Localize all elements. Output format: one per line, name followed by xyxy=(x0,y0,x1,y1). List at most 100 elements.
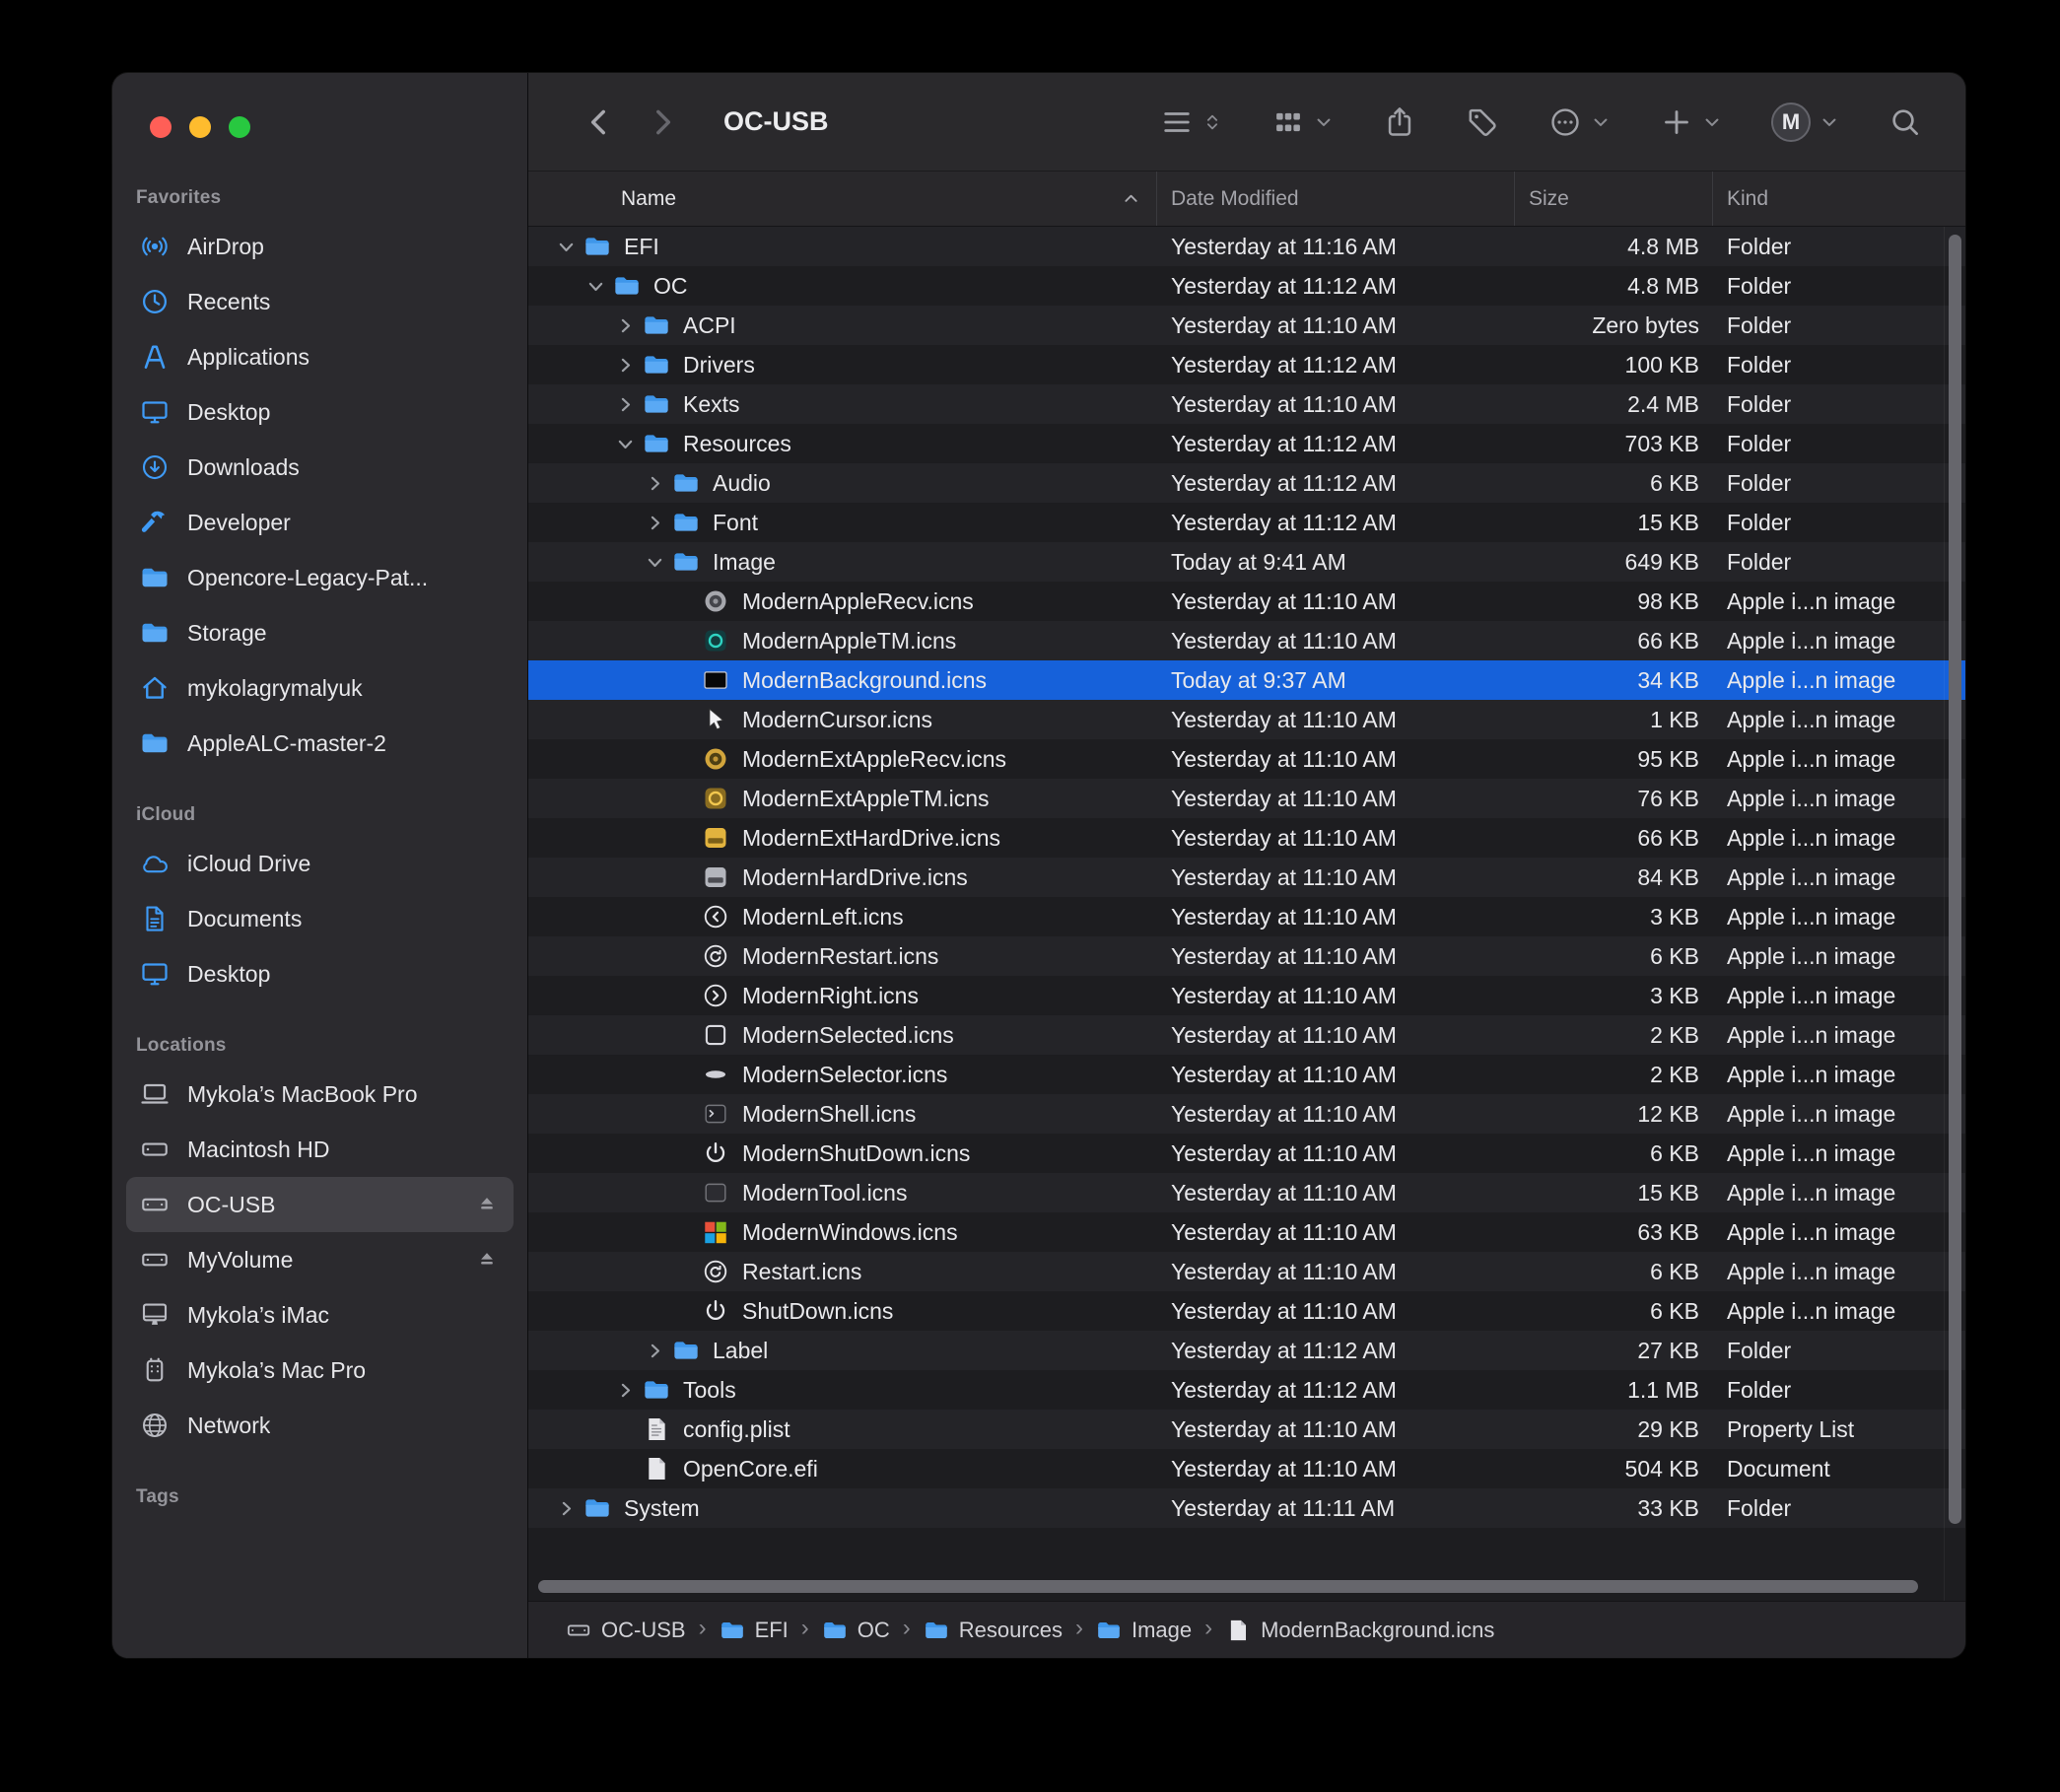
disclosure-collapsed-icon[interactable] xyxy=(640,468,669,498)
disclosure-collapsed-icon[interactable] xyxy=(610,310,640,340)
vertical-scrollbar-thumb[interactable] xyxy=(1949,235,1961,1524)
sidebar-item-label: Mykola’s Mac Pro xyxy=(187,1357,366,1384)
file-row-image[interactable]: ImageToday at 9:41 AM649 KBFolder xyxy=(528,542,1965,582)
file-row-efi[interactable]: EFIYesterday at 11:16 AM4.8 MBFolder xyxy=(528,227,1965,266)
minimize-button[interactable] xyxy=(189,116,211,138)
view-switcher-button[interactable] xyxy=(1160,105,1222,139)
folder-icon xyxy=(720,1618,745,1643)
file-name: ModernSelected.icns xyxy=(742,1022,954,1049)
eject-icon[interactable] xyxy=(474,1192,500,1217)
file-row-modernrestart-icns[interactable]: ModernRestart.icnsYesterday at 11:10 AM6… xyxy=(528,936,1965,976)
file-row-modernharddrive-icns[interactable]: ModernHardDrive.icnsYesterday at 11:10 A… xyxy=(528,858,1965,897)
disclosure-expanded-icon[interactable] xyxy=(610,429,640,458)
sidebar-item-applications[interactable]: Applications xyxy=(126,329,514,384)
sidebar-item-documents[interactable]: Documents xyxy=(126,891,514,946)
file-row-moderntool-icns[interactable]: ModernTool.icnsYesterday at 11:10 AM15 K… xyxy=(528,1173,1965,1212)
sidebar-item-recents[interactable]: Recents xyxy=(126,274,514,329)
path-item-efi[interactable]: EFI xyxy=(720,1618,789,1643)
sidebar-item-storage[interactable]: Storage xyxy=(126,605,514,660)
disclosure-expanded-icon[interactable] xyxy=(551,232,581,261)
file-row-moderncursor-icns[interactable]: ModernCursor.icnsYesterday at 11:10 AM1 … xyxy=(528,700,1965,739)
file-row-modernwindows-icns[interactable]: ModernWindows.icnsYesterday at 11:10 AM6… xyxy=(528,1212,1965,1252)
sidebar-item-airdrop[interactable]: AirDrop xyxy=(126,219,514,274)
file-row-system[interactable]: SystemYesterday at 11:11 AM33 KBFolder xyxy=(528,1488,1965,1528)
file-row-modernapplerecv-icns[interactable]: ModernAppleRecv.icnsYesterday at 11:10 A… xyxy=(528,582,1965,621)
icns-tool-icon xyxy=(699,1176,732,1209)
file-row-drivers[interactable]: DriversYesterday at 11:12 AM100 KBFolder xyxy=(528,345,1965,384)
sidebar-item-applealc-master-2[interactable]: AppleALC-master-2 xyxy=(126,716,514,771)
account-button[interactable]: M xyxy=(1771,103,1839,142)
sidebar-item-mykola-s-macbook-pro[interactable]: Mykola’s MacBook Pro xyxy=(126,1067,514,1122)
fullscreen-button[interactable] xyxy=(229,116,250,138)
disclosure-expanded-icon[interactable] xyxy=(640,547,669,577)
file-row-audio[interactable]: AudioYesterday at 11:12 AM6 KBFolder xyxy=(528,463,1965,503)
file-row-modernextapplerecv-icns[interactable]: ModernExtAppleRecv.icnsYesterday at 11:1… xyxy=(528,739,1965,779)
eject-icon[interactable] xyxy=(474,1247,500,1273)
column-header-date-modified[interactable]: Date Modified xyxy=(1157,172,1515,226)
file-row-modernright-icns[interactable]: ModernRight.icnsYesterday at 11:10 AM3 K… xyxy=(528,976,1965,1015)
path-item-image[interactable]: Image xyxy=(1096,1618,1192,1643)
disclosure-collapsed-icon[interactable] xyxy=(640,1336,669,1365)
sidebar-item-downloads[interactable]: Downloads xyxy=(126,440,514,495)
sidebar-item-opencore-legacy-pat[interactable]: Opencore-Legacy-Pat... xyxy=(126,550,514,605)
back-button[interactable] xyxy=(580,100,619,145)
vertical-scrollbar[interactable] xyxy=(1944,227,1965,1601)
file-row-modernextappletm-icns[interactable]: ModernExtAppleTM.icnsYesterday at 11:10 … xyxy=(528,779,1965,818)
disclosure-expanded-icon[interactable] xyxy=(581,271,610,301)
path-item-oc-usb[interactable]: OC-USB xyxy=(566,1618,686,1643)
file-row-modernshutdown-icns[interactable]: ModernShutDown.icnsYesterday at 11:10 AM… xyxy=(528,1134,1965,1173)
disclosure-collapsed-icon[interactable] xyxy=(610,350,640,379)
group-by-button[interactable] xyxy=(1271,105,1334,139)
folder-icon xyxy=(138,561,172,594)
path-item-modernbackground-icns[interactable]: ModernBackground.icns xyxy=(1225,1618,1494,1643)
close-button[interactable] xyxy=(150,116,172,138)
sidebar-item-developer[interactable]: Developer xyxy=(126,495,514,550)
horizontal-scrollbar-thumb[interactable] xyxy=(538,1580,1918,1593)
disclosure-collapsed-icon[interactable] xyxy=(551,1493,581,1523)
path-item-resources[interactable]: Resources xyxy=(924,1618,1063,1643)
file-row-modernselected-icns[interactable]: ModernSelected.icnsYesterday at 11:10 AM… xyxy=(528,1015,1965,1055)
tags-button[interactable] xyxy=(1466,105,1499,139)
file-row-opencore-efi[interactable]: OpenCore.efiYesterday at 11:10 AM504 KBD… xyxy=(528,1449,1965,1488)
file-row-modernshell-icns[interactable]: ModernShell.icnsYesterday at 11:10 AM12 … xyxy=(528,1094,1965,1134)
sidebar-item-mykolagrymalyuk[interactable]: mykolagrymalyuk xyxy=(126,660,514,716)
file-row-acpi[interactable]: ACPIYesterday at 11:10 AMZero bytesFolde… xyxy=(528,306,1965,345)
sidebar-section-locations: LocationsMykola’s MacBook ProMacintosh H… xyxy=(126,1035,514,1453)
disclosure-collapsed-icon[interactable] xyxy=(640,508,669,537)
search-button[interactable] xyxy=(1888,105,1922,139)
more-actions-button[interactable] xyxy=(1548,105,1611,139)
new-item-button[interactable] xyxy=(1660,105,1722,139)
column-header-name[interactable]: Name xyxy=(528,172,1157,226)
sidebar-item-icloud-drive[interactable]: iCloud Drive xyxy=(126,836,514,891)
column-header-size[interactable]: Size xyxy=(1515,172,1713,226)
file-row-modernselector-icns[interactable]: ModernSelector.icnsYesterday at 11:10 AM… xyxy=(528,1055,1965,1094)
disclosure-collapsed-icon[interactable] xyxy=(610,389,640,419)
file-row-oc[interactable]: OCYesterday at 11:12 AM4.8 MBFolder xyxy=(528,266,1965,306)
sidebar-item-desktop[interactable]: Desktop xyxy=(126,384,514,440)
file-row-restart-icns[interactable]: Restart.icnsYesterday at 11:10 AM6 KBApp… xyxy=(528,1252,1965,1291)
sidebar-item-desktop[interactable]: Desktop xyxy=(126,946,514,1001)
file-row-kexts[interactable]: KextsYesterday at 11:10 AM2.4 MBFolder xyxy=(528,384,1965,424)
sidebar-item-network[interactable]: Network xyxy=(126,1398,514,1453)
file-row-tools[interactable]: ToolsYesterday at 11:12 AM1.1 MBFolder xyxy=(528,1370,1965,1410)
sidebar-item-mykola-s-imac[interactable]: Mykola’s iMac xyxy=(126,1287,514,1343)
sidebar-item-macintosh-hd[interactable]: Macintosh HD xyxy=(126,1122,514,1177)
file-row-config-plist[interactable]: config.plistYesterday at 11:10 AM29 KBPr… xyxy=(528,1410,1965,1449)
disclosure-collapsed-icon[interactable] xyxy=(610,1375,640,1405)
file-row-shutdown-icns[interactable]: ShutDown.icnsYesterday at 11:10 AM6 KBAp… xyxy=(528,1291,1965,1331)
sidebar-item-mykola-s-mac-pro[interactable]: Mykola’s Mac Pro xyxy=(126,1343,514,1398)
column-header-kind[interactable]: Kind xyxy=(1713,172,1965,226)
file-row-modernbackground-icns[interactable]: ModernBackground.icnsToday at 9:37 AM34 … xyxy=(528,660,1965,700)
horizontal-scrollbar[interactable] xyxy=(538,1580,1932,1593)
file-row-resources[interactable]: ResourcesYesterday at 11:12 AM703 KBFold… xyxy=(528,424,1965,463)
file-row-font[interactable]: FontYesterday at 11:12 AM15 KBFolder xyxy=(528,503,1965,542)
sidebar-item-oc-usb[interactable]: OC-USB xyxy=(126,1177,514,1232)
forward-button[interactable] xyxy=(643,100,682,145)
file-row-label[interactable]: LabelYesterday at 11:12 AM27 KBFolder xyxy=(528,1331,1965,1370)
share-button[interactable] xyxy=(1383,105,1416,139)
file-row-modernextharddrive-icns[interactable]: ModernExtHardDrive.icnsYesterday at 11:1… xyxy=(528,818,1965,858)
file-row-modernleft-icns[interactable]: ModernLeft.icnsYesterday at 11:10 AM3 KB… xyxy=(528,897,1965,936)
sidebar-item-myvolume[interactable]: MyVolume xyxy=(126,1232,514,1287)
path-item-oc[interactable]: OC xyxy=(822,1618,890,1643)
file-row-modernappletm-icns[interactable]: ModernAppleTM.icnsYesterday at 11:10 AM6… xyxy=(528,621,1965,660)
